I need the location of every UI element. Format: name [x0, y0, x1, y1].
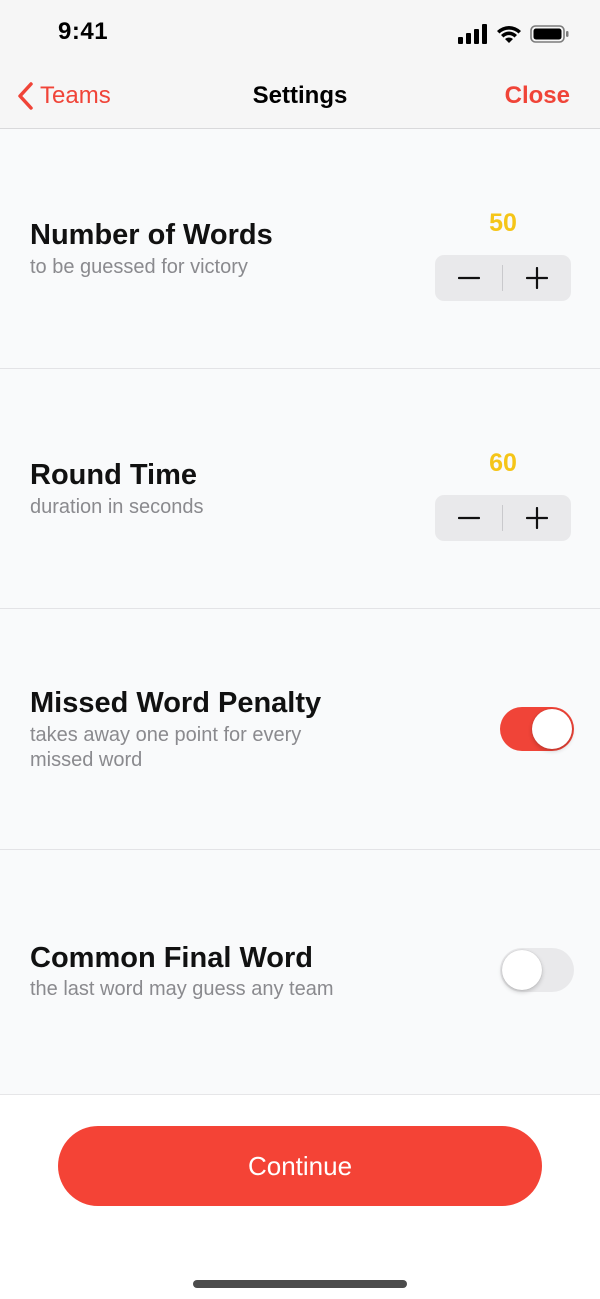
minus-icon: [457, 516, 480, 520]
stepper-value: 60: [489, 449, 517, 477]
close-button[interactable]: Close: [505, 82, 570, 110]
setting-row-number-of-words: Number of Words to be guessed for victor…: [0, 129, 600, 369]
wifi-icon: [497, 26, 521, 43]
settings-screen: 9:41 Teams Settings Close Number of Word…: [0, 0, 600, 1299]
decrement-button[interactable]: [435, 495, 502, 541]
status-time: 9:41: [58, 18, 109, 45]
round-time-stepper: [435, 495, 571, 541]
toggle-knob: [532, 709, 572, 749]
setting-title: Missed Word Penalty: [30, 687, 322, 719]
plus-icon: [525, 267, 548, 289]
setting-subtitle: the last word may guess any team: [30, 978, 334, 1000]
setting-subtitle: to be guessed for victory: [30, 256, 248, 278]
setting-title: Number of Words: [30, 219, 273, 251]
signal-icon: [458, 24, 487, 44]
increment-button[interactable]: [503, 255, 570, 301]
increment-button[interactable]: [503, 495, 570, 541]
minus-icon: [457, 276, 480, 280]
decrement-button[interactable]: [435, 255, 502, 301]
missed-word-penalty-toggle[interactable]: [500, 707, 574, 751]
common-final-word-toggle[interactable]: [500, 948, 574, 992]
stepper-value: 50: [489, 209, 517, 237]
status-bar: 9:41: [0, 0, 600, 66]
toggle-knob: [502, 950, 542, 990]
setting-subtitle: takes away one point for every missed wo…: [30, 724, 302, 771]
setting-title: Common Final Word: [30, 942, 314, 974]
home-indicator: [193, 1280, 407, 1288]
setting-row-round-time: Round Time duration in seconds 60: [0, 369, 600, 609]
plus-icon: [525, 507, 548, 529]
battery-icon: [530, 25, 569, 43]
setting-subtitle: duration in seconds: [30, 496, 204, 518]
setting-row-common-final-word: Common Final Word the last word may gues…: [0, 850, 600, 1093]
navigation-bar: Teams Settings Close: [0, 66, 600, 129]
bottom-action-area: Continue: [0, 1094, 600, 1299]
status-icons: [458, 22, 570, 46]
number-of-words-stepper: [435, 255, 571, 301]
setting-row-missed-word-penalty: Missed Word Penalty takes away one point…: [0, 609, 600, 850]
continue-button[interactable]: Continue: [58, 1126, 542, 1206]
setting-title: Round Time: [30, 459, 198, 491]
